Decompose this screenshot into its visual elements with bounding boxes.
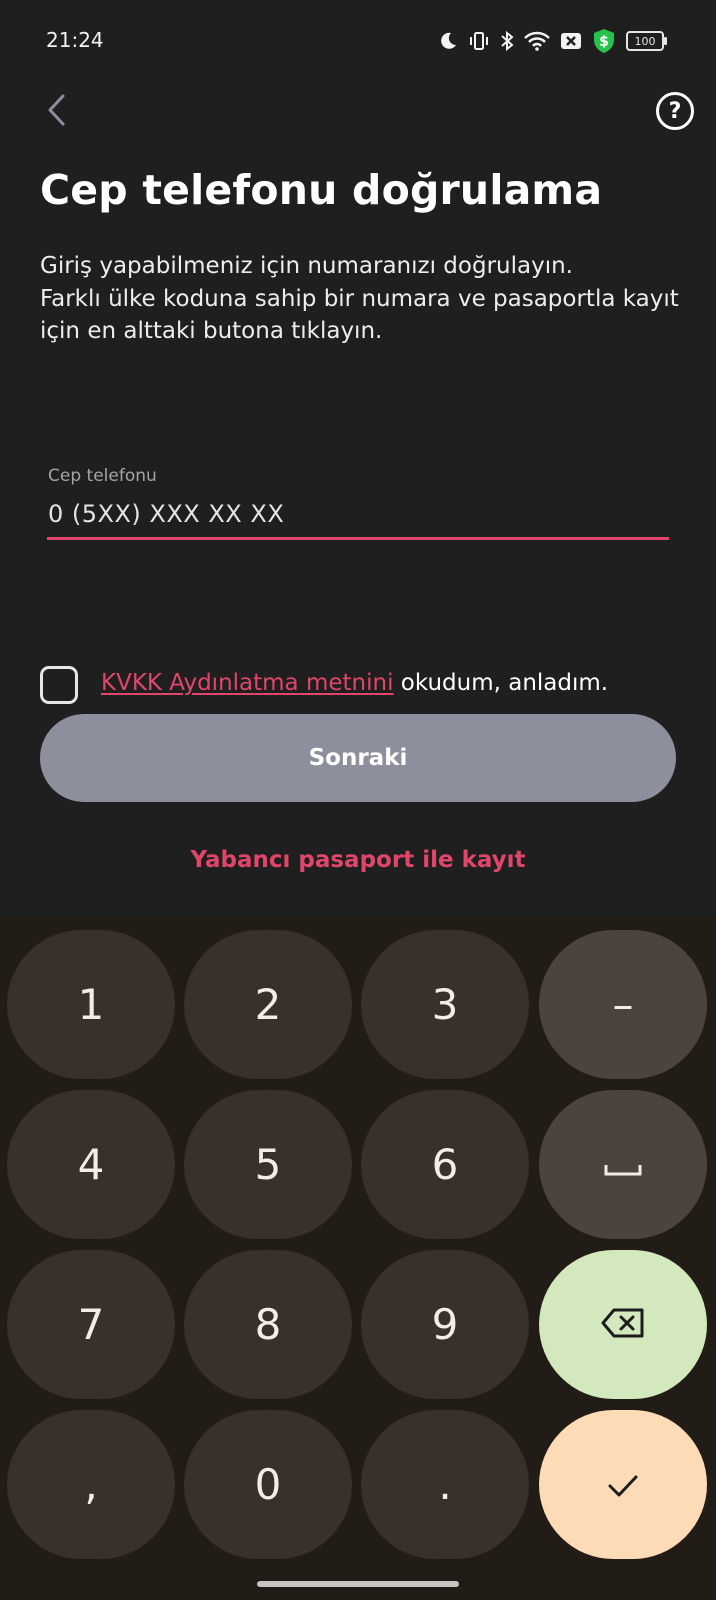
status-icons: $ 100 xyxy=(438,28,667,54)
help-button[interactable]: ? xyxy=(656,92,694,130)
key-4[interactable]: 4 xyxy=(7,1090,175,1239)
space-icon xyxy=(603,1140,643,1189)
shield-dollar-icon: $ xyxy=(592,28,616,54)
page-description: Giriş yapabilmeniz için numaranızı doğru… xyxy=(40,253,679,344)
key-9[interactable]: 9 xyxy=(361,1250,529,1399)
key-period[interactable]: . xyxy=(361,1410,529,1559)
status-bar: 21:24 $ 100 xyxy=(0,0,716,80)
home-indicator xyxy=(257,1581,459,1587)
battery-icon: 100 xyxy=(626,31,667,51)
phone-input[interactable]: 0 (5XX) XXX XX XX xyxy=(48,500,284,528)
chevron-left-icon xyxy=(45,93,67,131)
key-7[interactable]: 7 xyxy=(7,1250,175,1399)
foreign-passport-link[interactable]: Yabancı pasaport ile kayıt xyxy=(0,847,716,873)
next-button[interactable]: Sonraki xyxy=(40,714,676,802)
key-comma[interactable]: , xyxy=(7,1410,175,1559)
svg-text:$: $ xyxy=(599,34,609,50)
phone-input-underline xyxy=(47,537,669,540)
key-confirm[interactable] xyxy=(539,1410,707,1559)
checkmark-icon xyxy=(606,1460,640,1509)
key-5[interactable]: 5 xyxy=(184,1090,352,1239)
kvkk-link[interactable]: KVKK Aydınlatma metnini xyxy=(101,670,393,696)
key-0[interactable]: 0 xyxy=(184,1410,352,1559)
phone-field-label: Cep telefonu xyxy=(48,466,157,486)
key-6[interactable]: 6 xyxy=(361,1090,529,1239)
kvkk-consent-text: KVKK Aydınlatma metnini okudum, anladım. xyxy=(101,670,608,696)
kvkk-consent-rest: okudum, anladım. xyxy=(393,670,609,696)
key-backspace[interactable] xyxy=(539,1250,707,1399)
status-time: 21:24 xyxy=(46,28,104,52)
key-2[interactable]: 2 xyxy=(184,930,352,1079)
bluetooth-icon xyxy=(500,30,514,52)
key-8[interactable]: 8 xyxy=(184,1250,352,1399)
numeric-keyboard: 1 2 3 – 4 5 6 7 8 9 , 0 . xyxy=(0,917,716,1600)
key-minus[interactable]: – xyxy=(539,930,707,1079)
backspace-icon xyxy=(600,1300,646,1349)
key-space[interactable] xyxy=(539,1090,707,1239)
wifi-icon xyxy=(524,31,550,51)
close-box-icon xyxy=(560,31,582,51)
key-3[interactable]: 3 xyxy=(361,930,529,1079)
vibrate-icon xyxy=(468,31,490,51)
kvkk-checkbox[interactable] xyxy=(40,666,78,704)
back-button[interactable] xyxy=(36,90,76,134)
question-circle-icon: ? xyxy=(668,98,682,124)
page-title: Cep telefonu doğrulama xyxy=(40,166,603,214)
key-1[interactable]: 1 xyxy=(7,930,175,1079)
moon-icon xyxy=(438,31,458,51)
